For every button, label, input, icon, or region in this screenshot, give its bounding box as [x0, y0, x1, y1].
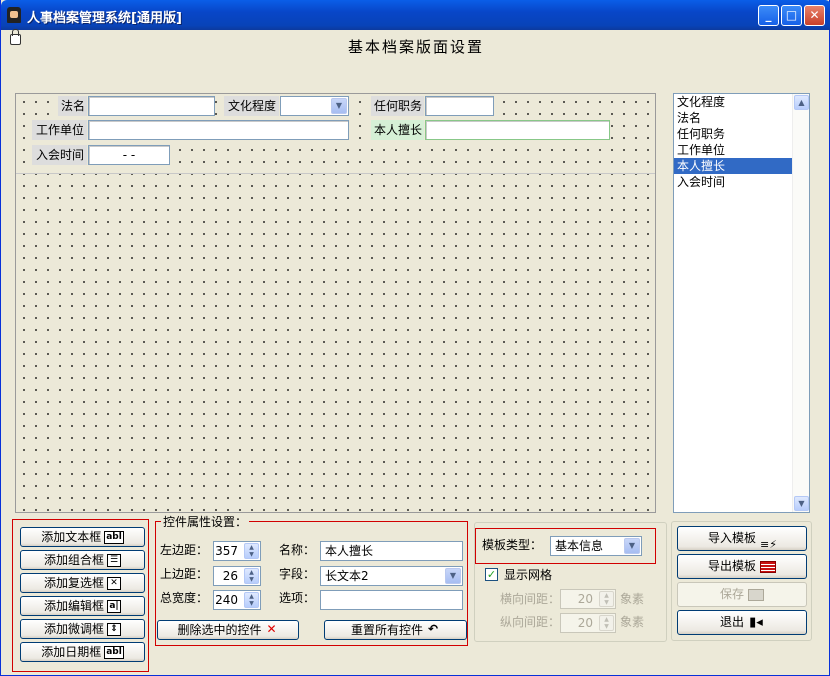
add-date-button[interactable]: 添加日期框 abl	[20, 642, 145, 662]
add-editbox-button[interactable]: 添加编辑框 a|	[20, 596, 145, 616]
reset-controls-button[interactable]: 重置所有控件 ↶	[324, 620, 467, 640]
undo-icon: ↶	[427, 622, 439, 636]
list-item[interactable]: 任何职务	[674, 126, 809, 142]
total-width-spinner[interactable]: 240 ▲ ▼	[213, 590, 261, 610]
spinner-icon: ⇕	[107, 623, 121, 636]
field-label-education[interactable]: 文化程度	[224, 96, 279, 116]
top-margin-spinner[interactable]: 26 ▲ ▼	[213, 566, 261, 586]
list-item[interactable]: 工作单位	[674, 142, 809, 158]
import-icon: ≡⚡	[760, 537, 777, 551]
save-button[interactable]: 保存	[677, 582, 807, 607]
list-item[interactable]: 入会时间	[674, 174, 809, 190]
save-icon	[748, 588, 764, 601]
export-icon	[760, 560, 776, 573]
total-width-label: 总宽度：	[160, 591, 209, 605]
add-combobox-button[interactable]: 添加组合框 ☰	[20, 550, 145, 570]
scroll-down-icon[interactable]: ▼	[794, 496, 809, 511]
maximize-button[interactable]: □	[781, 5, 802, 26]
list-item[interactable]: 文化程度	[674, 94, 809, 110]
checkbox-icon: ✕	[107, 577, 121, 590]
field-date-join[interactable]: - -	[88, 145, 170, 165]
v-spacing-unit: 象素	[620, 615, 645, 629]
h-spacing-unit: 象素	[620, 592, 645, 606]
close-button[interactable]: ✕	[804, 5, 825, 26]
field-select[interactable]: 长文本2 ▼	[320, 566, 463, 586]
list-item[interactable]: 法名	[674, 110, 809, 126]
field-label-faming[interactable]: 法名	[58, 96, 87, 116]
chevron-down-icon[interactable]: ▼	[331, 98, 347, 114]
exit-button[interactable]: 退出 ▮◂	[677, 610, 807, 635]
title-bar[interactable]: 人事档案管理系统[通用版] _ □ ✕	[1, 0, 830, 30]
options-label: 选项：	[279, 591, 316, 605]
chevron-down-icon[interactable]: ▼	[445, 568, 461, 584]
field-input-position[interactable]	[425, 96, 494, 116]
properties-group-title: 控件属性设置：	[161, 513, 250, 531]
chevron-down-icon[interactable]: ▼	[624, 538, 640, 554]
textbox-icon: abl	[104, 531, 124, 544]
delete-selected-button[interactable]: 删除选中的控件 ✕	[157, 620, 299, 640]
field-list[interactable]: 文化程度 法名 任何职务 工作单位 本人擅长 入会时间 ▲ ▼	[673, 93, 810, 513]
field-label-specialty[interactable]: 本人擅长	[371, 120, 424, 140]
name-input[interactable]: 本人擅长	[320, 541, 463, 561]
field-label-position[interactable]: 任何职务	[371, 96, 424, 116]
field-select-value: 长文本2	[325, 569, 369, 583]
exit-door-icon: ▮◂	[749, 614, 763, 630]
field-input-workplace[interactable]	[88, 120, 349, 140]
field-label-join-date[interactable]: 入会时间	[32, 145, 87, 165]
form-title: 基本档案版面设置	[347, 38, 484, 56]
import-template-button[interactable]: 导入模板 ≡⚡	[677, 526, 807, 551]
options-input[interactable]	[320, 590, 463, 610]
field-input-specialty[interactable]	[425, 120, 610, 140]
delete-icon: ✕	[266, 622, 277, 636]
spinner-arrows-icon[interactable]: ▲ ▼	[244, 592, 259, 608]
design-canvas[interactable]: 法名 文化程度 ▼ 任何职务 工作单位 本人擅长 入会时间 - -	[15, 93, 656, 513]
export-template-button[interactable]: 导出模板	[677, 554, 807, 579]
h-spacing-value: 20	[577, 592, 593, 606]
editbox-icon: a|	[107, 600, 121, 613]
date-icon: abl	[104, 646, 124, 659]
show-grid-checkbox[interactable]: ✓	[485, 568, 498, 581]
show-grid-label[interactable]: 显示网格	[504, 566, 552, 584]
v-spacing-spinner[interactable]: 20 ▲ ▼	[560, 613, 616, 633]
left-margin-value: 357	[215, 544, 238, 558]
template-type-value: 基本信息	[555, 539, 604, 553]
h-spacing-spinner[interactable]: 20 ▲ ▼	[560, 589, 616, 609]
v-spacing-label: 纵向间距：	[500, 615, 561, 629]
spinner-arrows-icon[interactable]: ▲ ▼	[599, 591, 614, 607]
spinner-arrows-icon[interactable]: ▲ ▼	[599, 615, 614, 631]
add-spinner-button[interactable]: 添加微调框 ⇕	[20, 619, 145, 639]
scroll-up-icon[interactable]: ▲	[794, 95, 809, 110]
total-width-value: 240	[215, 593, 238, 607]
field-combo-education[interactable]: ▼	[280, 96, 349, 116]
left-margin-spinner[interactable]: 357 ▲ ▼	[213, 541, 261, 561]
list-item[interactable]: 本人擅长	[674, 158, 792, 174]
spinner-arrows-icon[interactable]: ▲ ▼	[244, 543, 259, 559]
minimize-button[interactable]: _	[758, 5, 779, 26]
v-spacing-value: 20	[577, 616, 593, 630]
h-spacing-label: 横向间距：	[500, 592, 561, 606]
field-label-workplace[interactable]: 工作单位	[32, 120, 87, 140]
window-title: 人事档案管理系统[通用版]	[27, 11, 182, 26]
field-label: 字段：	[279, 567, 316, 581]
main-window: 人事档案管理系统[通用版] _ □ ✕ 基本档案版面设置 法名 文化程度 ▼ 任…	[0, 0, 830, 676]
app-icon	[7, 7, 21, 23]
top-margin-label: 上边距：	[160, 567, 209, 581]
combobox-icon: ☰	[107, 554, 121, 567]
template-type-label: 模板类型：	[482, 538, 543, 552]
name-label: 名称：	[279, 543, 316, 557]
template-type-select[interactable]: 基本信息 ▼	[550, 536, 642, 556]
add-checkbox-button[interactable]: 添加复选框 ✕	[20, 573, 145, 593]
left-margin-label: 左边距：	[160, 543, 209, 557]
field-input-faming[interactable]	[88, 96, 215, 116]
list-scrollbar[interactable]: ▲ ▼	[792, 94, 809, 512]
spinner-arrows-icon[interactable]: ▲ ▼	[244, 568, 259, 584]
add-textbox-button[interactable]: 添加文本框 abl	[20, 527, 145, 547]
top-margin-value: 26	[222, 569, 238, 583]
